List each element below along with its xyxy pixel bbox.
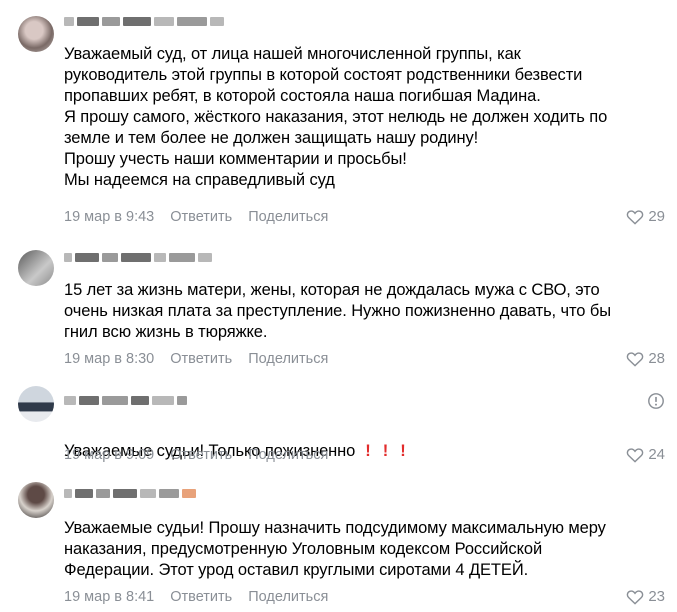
heart-icon [627,590,644,605]
heart-icon [627,448,644,463]
share-button[interactable]: Поделиться [248,446,328,464]
heart-icon [627,210,644,225]
heart-icon [627,352,644,367]
share-button[interactable]: Поделиться [248,208,328,226]
comment-date[interactable]: 19 мар в 9:43 [64,208,154,226]
comment-meta: 19 мар в 9:43 Ответить Поделиться [64,208,328,226]
avatar[interactable] [18,250,54,286]
author-name-blurred[interactable] [64,488,196,498]
comment-date[interactable]: 19 мар в 9:09 [64,446,154,464]
like-button[interactable]: 23 [626,588,665,606]
reply-button[interactable]: Ответить [170,588,232,606]
comment-1: Уважаемый суд, от лица нашей многочислен… [0,0,677,230]
like-count: 29 [648,208,665,225]
avatar[interactable] [18,386,54,422]
comment-text: Уважаемый суд, от лица нашей многочислен… [64,45,608,189]
author-name-blurred[interactable] [64,16,224,26]
comment-text: Уважаемые судьи! Прошу назначить подсуди… [64,519,606,579]
author-name-blurred[interactable] [64,395,187,405]
exclamation-emoji: !!! [365,442,418,460]
reply-button[interactable]: Ответить [170,350,232,368]
avatar[interactable] [18,482,54,518]
comment-meta: 19 мар в 8:30 Ответить Поделиться [64,350,328,368]
comment-date[interactable]: 19 мар в 8:41 [64,588,154,606]
comment-date[interactable]: 19 мар в 8:30 [64,350,154,368]
avatar[interactable] [18,16,54,52]
like-count: 24 [648,446,665,463]
like-button[interactable]: 28 [626,350,665,368]
share-button[interactable]: Поделиться [248,588,328,606]
comment-text: 15 лет за жизнь матери, жены, которая не… [64,281,611,341]
reply-button[interactable]: Ответить [170,208,232,226]
like-count: 28 [648,350,665,367]
info-circle-icon[interactable] [647,392,665,410]
like-count: 23 [648,588,665,605]
reply-button[interactable]: Ответить [170,446,232,464]
share-button[interactable]: Поделиться [248,350,328,368]
like-button[interactable]: 29 [626,208,665,226]
like-button[interactable]: 24 [626,446,665,464]
author-name-blurred[interactable] [64,252,212,262]
comment-meta: 19 мар в 8:41 Ответить Поделиться [64,588,328,606]
comment-meta: 19 мар в 9:09 Ответить Поделиться [64,446,328,464]
